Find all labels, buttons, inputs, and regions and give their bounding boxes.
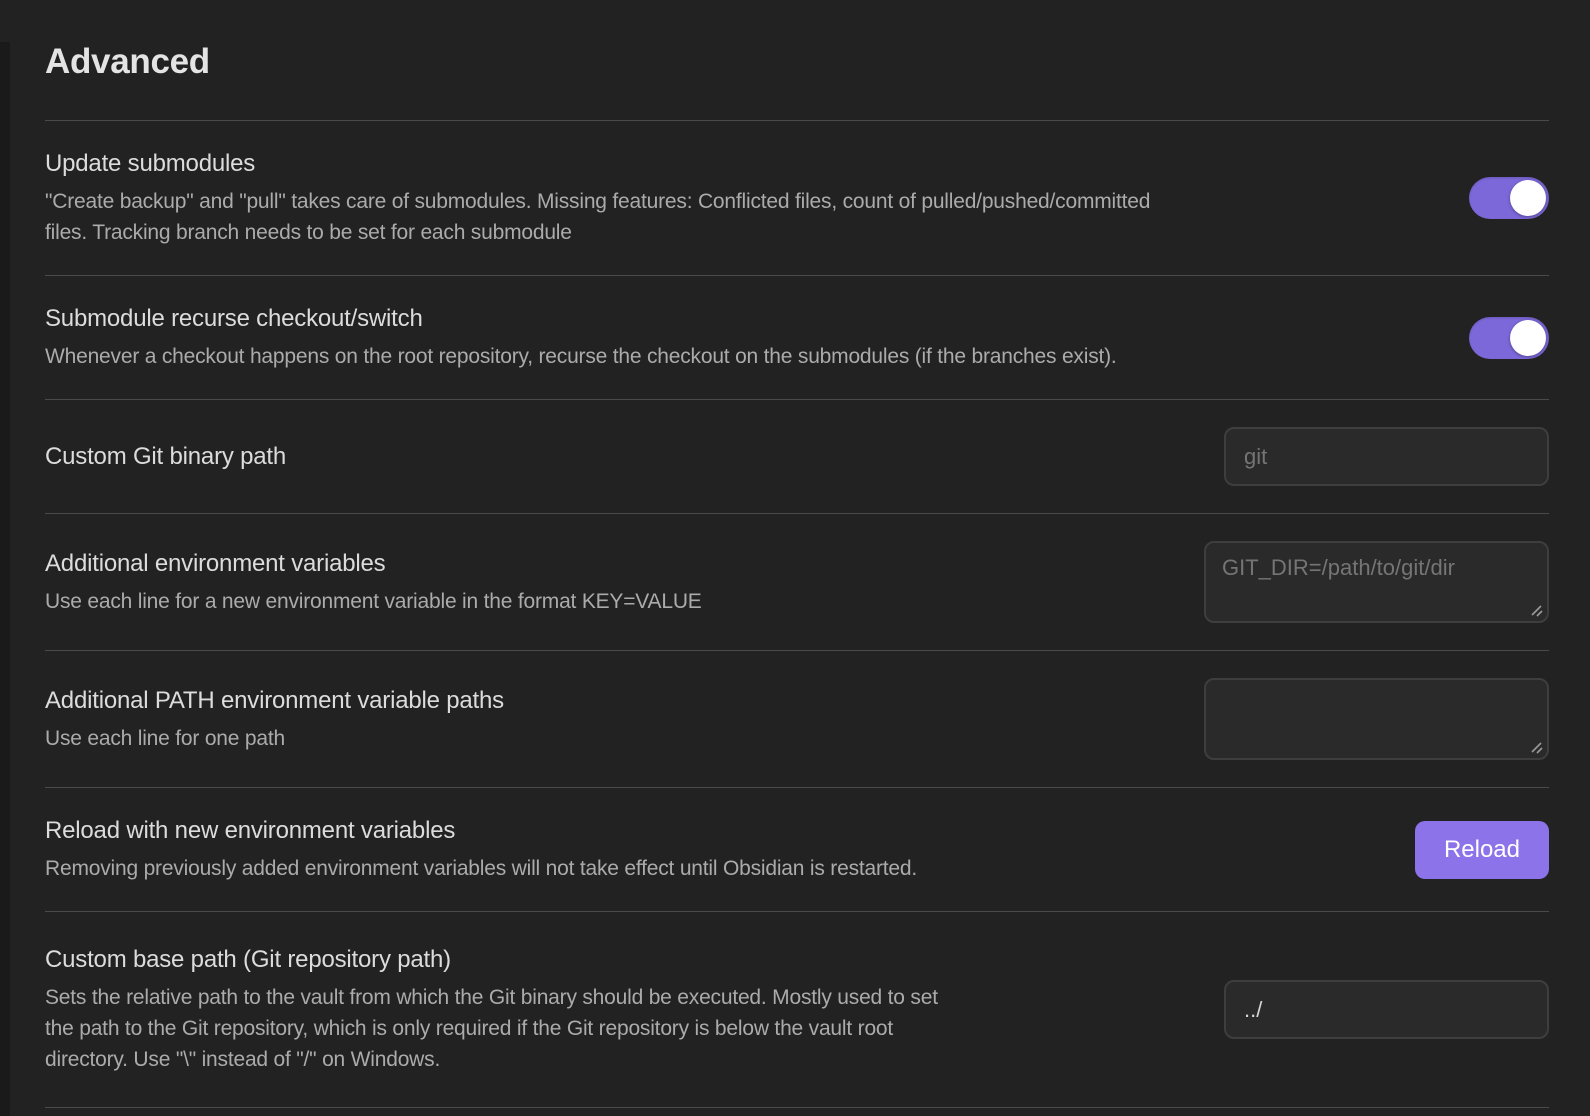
env-variables-field [1204,541,1549,623]
setting-row-env-variables: Additional environment variables Use eac… [45,513,1549,650]
setting-control [1204,541,1549,623]
setting-name: Custom Git binary path [45,441,1194,473]
path-variables-textarea[interactable] [1204,678,1549,760]
setting-name: Additional PATH environment variable pat… [45,685,1174,717]
toggle-knob [1510,320,1546,356]
custom-base-path-input[interactable] [1224,980,1549,1039]
setting-control: Reload [1415,821,1549,879]
window-edge [0,42,10,1116]
setting-info: Additional environment variables Use eac… [45,548,1174,617]
setting-name: Reload with new environment variables [45,815,1385,847]
reload-button[interactable]: Reload [1415,821,1549,879]
setting-info: Custom Git binary path [45,441,1194,473]
toggle-knob [1510,180,1546,216]
setting-row-custom-base-path: Custom base path (Git repository path) S… [45,911,1549,1107]
update-submodules-toggle[interactable] [1469,177,1549,219]
setting-control [1204,678,1549,760]
setting-row-path-variables: Additional PATH environment variable pat… [45,650,1549,787]
setting-control [1224,427,1549,486]
setting-description: Whenever a checkout happens on the root … [45,341,1439,372]
setting-row-submodule-recurse: Submodule recurse checkout/switch Whenev… [45,275,1549,399]
path-variables-field [1204,678,1549,760]
setting-info: Submodule recurse checkout/switch Whenev… [45,303,1439,372]
setting-info: Reload with new environment variables Re… [45,815,1385,884]
setting-control [1224,980,1549,1039]
submodule-recurse-toggle[interactable] [1469,317,1549,359]
setting-control [1469,177,1549,219]
setting-info: Custom base path (Git repository path) S… [45,944,1194,1075]
setting-row-git-binary-path: Custom Git binary path [45,399,1549,513]
setting-description: Removing previously added environment va… [45,853,1385,884]
setting-row-reload-env: Reload with new environment variables Re… [45,787,1549,911]
settings-page: Advanced Update submodules "Create backu… [0,42,1590,1116]
setting-row-update-submodules: Update submodules "Create backup" and "p… [45,120,1549,275]
setting-description: Sets the relative path to the vault from… [45,982,1194,1075]
setting-info: Update submodules "Create backup" and "p… [45,148,1439,248]
git-binary-path-input[interactable] [1224,427,1549,486]
setting-description: Use each line for a new environment vari… [45,586,1174,617]
env-variables-textarea[interactable] [1204,541,1549,623]
setting-control [1469,317,1549,359]
page-title: Advanced [45,42,1549,82]
setting-name: Custom base path (Git repository path) [45,944,1194,976]
setting-name: Update submodules [45,148,1439,180]
setting-description: Use each line for one path [45,723,1174,754]
setting-info: Additional PATH environment variable pat… [45,685,1174,754]
setting-description: "Create backup" and "pull" takes care of… [45,186,1439,248]
setting-name: Additional environment variables [45,548,1174,580]
setting-name: Submodule recurse checkout/switch [45,303,1439,335]
setting-row-next-partial [45,1107,1549,1116]
